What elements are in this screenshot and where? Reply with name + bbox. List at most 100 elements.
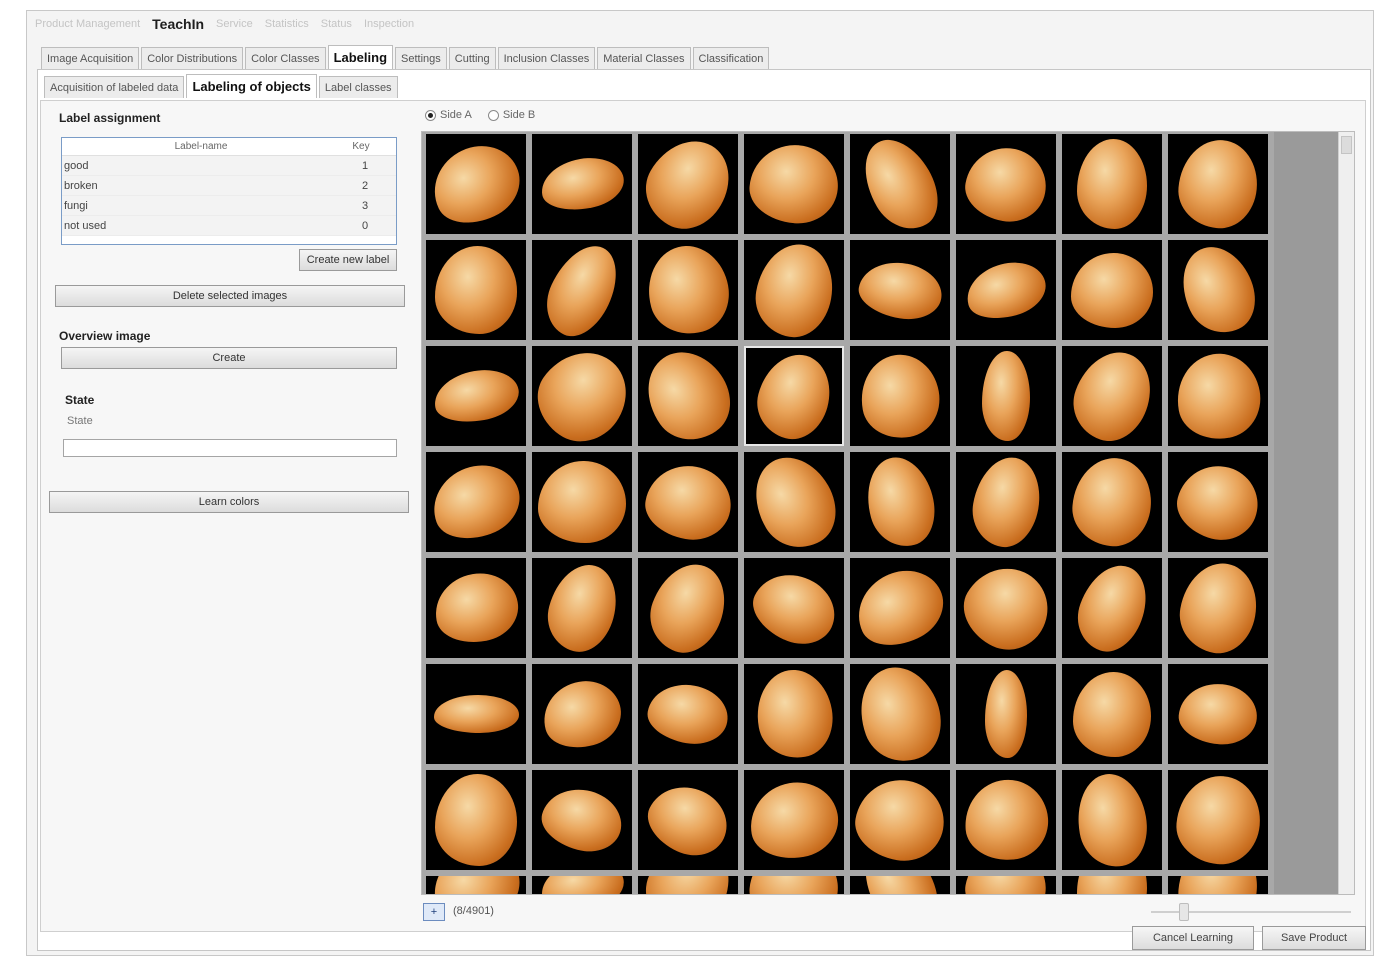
- tab-color-classes[interactable]: Color Classes: [245, 47, 326, 69]
- kernel-thumbnail[interactable]: [532, 346, 632, 446]
- kernel-thumbnail[interactable]: [1062, 134, 1162, 234]
- kernel-thumbnail[interactable]: [850, 558, 950, 658]
- delete-selected-images-button[interactable]: Delete selected images: [55, 285, 405, 307]
- kernel-thumbnail[interactable]: [426, 558, 526, 658]
- kernel-thumbnail[interactable]: [744, 452, 844, 552]
- menu-item-status[interactable]: Status: [321, 18, 352, 30]
- kernel-thumbnail[interactable]: [638, 558, 738, 658]
- tab-image-acquisition[interactable]: Image Acquisition: [41, 47, 140, 69]
- kernel-thumbnail[interactable]: [532, 876, 632, 894]
- kernel-thumbnail[interactable]: [956, 664, 1056, 764]
- kernel-thumbnail[interactable]: [744, 664, 844, 764]
- kernel-thumbnail[interactable]: [426, 240, 526, 340]
- kernel-thumbnail[interactable]: [1168, 770, 1268, 870]
- kernel-thumbnail[interactable]: [638, 240, 738, 340]
- kernel-thumbnail[interactable]: [638, 134, 738, 234]
- kernel-thumbnail[interactable]: [426, 664, 526, 764]
- tab-cutting[interactable]: Cutting: [448, 47, 496, 69]
- learn-colors-button[interactable]: Learn colors: [49, 491, 409, 513]
- kernel-thumbnail[interactable]: [532, 134, 632, 234]
- kernel-thumbnail[interactable]: [426, 876, 526, 894]
- kernel-thumbnail[interactable]: [1168, 240, 1268, 340]
- kernel-thumbnail[interactable]: [956, 770, 1056, 870]
- kernel-thumbnail[interactable]: [956, 876, 1056, 894]
- kernel-thumbnail[interactable]: [638, 346, 738, 446]
- tab-classification[interactable]: Classification: [692, 47, 770, 69]
- create-overview-button[interactable]: Create: [61, 347, 397, 369]
- tab-inclusion-classes[interactable]: Inclusion Classes: [497, 47, 596, 69]
- kernel-thumbnail[interactable]: [956, 452, 1056, 552]
- label-row[interactable]: broken 2: [62, 176, 396, 196]
- menu-item-service[interactable]: Service: [216, 18, 253, 30]
- create-new-label-button[interactable]: Create new label: [299, 249, 397, 271]
- tab-labeling[interactable]: Labeling: [327, 45, 394, 69]
- cancel-learning-button[interactable]: Cancel Learning: [1132, 926, 1254, 950]
- kernel-thumbnail[interactable]: [1168, 558, 1268, 658]
- menu-item-inspection[interactable]: Inspection: [364, 18, 414, 30]
- tab-material-classes[interactable]: Material Classes: [597, 47, 691, 69]
- kernel-thumbnail[interactable]: [638, 770, 738, 870]
- kernel-thumbnail[interactable]: [1062, 770, 1162, 870]
- subtab-acquisition-of-labeled-data[interactable]: Acquisition of labeled data: [44, 76, 185, 98]
- side-b-radio[interactable]: Side B: [487, 109, 535, 121]
- menu-item-statistics[interactable]: Statistics: [265, 18, 309, 30]
- kernel-thumbnail[interactable]: [1168, 346, 1268, 446]
- kernel-thumbnail[interactable]: [850, 134, 950, 234]
- kernel-thumbnail[interactable]: [1168, 664, 1268, 764]
- kernel-thumbnail[interactable]: [850, 452, 950, 552]
- zoom-slider[interactable]: [1151, 903, 1351, 921]
- scrollbar-thumb[interactable]: [1341, 136, 1352, 154]
- kernel-thumbnail[interactable]: [1062, 664, 1162, 764]
- kernel-thumbnail[interactable]: [744, 240, 844, 340]
- menu-item-teachin[interactable]: TeachIn: [152, 16, 204, 32]
- kernel-thumbnail[interactable]: [744, 770, 844, 870]
- kernel-thumbnail[interactable]: [532, 240, 632, 340]
- kernel-thumbnail[interactable]: [1062, 558, 1162, 658]
- label-table[interactable]: Label-name Key good 1 broken 2 fungi 3 not use…: [61, 137, 397, 245]
- kernel-thumbnail[interactable]: [850, 770, 950, 870]
- label-row[interactable]: good 1: [62, 156, 396, 176]
- kernel-thumbnail[interactable]: [532, 664, 632, 764]
- kernel-thumbnail[interactable]: [1168, 876, 1268, 894]
- kernel-thumbnail[interactable]: [850, 346, 950, 446]
- kernel-thumbnail[interactable]: [1168, 452, 1268, 552]
- tab-color-distributions[interactable]: Color Distributions: [141, 47, 244, 69]
- kernel-thumbnail[interactable]: [426, 770, 526, 870]
- kernel-thumbnail[interactable]: [426, 452, 526, 552]
- kernel-thumbnail[interactable]: [744, 876, 844, 894]
- label-row[interactable]: not used 0: [62, 216, 396, 236]
- subtab-labeling-of-objects[interactable]: Labeling of objects: [186, 74, 317, 98]
- kernel-thumbnail[interactable]: [744, 346, 844, 446]
- kernel-thumbnail[interactable]: [744, 134, 844, 234]
- kernel-thumbnail[interactable]: [532, 452, 632, 552]
- save-product-button[interactable]: Save Product: [1262, 926, 1366, 950]
- kernel-thumbnail[interactable]: [638, 452, 738, 552]
- kernel-thumbnail[interactable]: [1168, 134, 1268, 234]
- kernel-thumbnail[interactable]: [744, 558, 844, 658]
- kernel-thumbnail[interactable]: [638, 664, 738, 764]
- kernel-thumbnail[interactable]: [1062, 346, 1162, 446]
- kernel-thumbnail[interactable]: [1062, 876, 1162, 894]
- kernel-thumbnail[interactable]: [956, 134, 1056, 234]
- kernel-thumbnail[interactable]: [850, 664, 950, 764]
- kernel-thumbnail[interactable]: [426, 134, 526, 234]
- kernel-thumbnail[interactable]: [1062, 240, 1162, 340]
- menu-item-product-management[interactable]: Product Management: [35, 18, 140, 30]
- kernel-thumbnail[interactable]: [426, 346, 526, 446]
- expand-button[interactable]: +: [423, 903, 445, 921]
- subtab-label-classes[interactable]: Label classes: [318, 76, 398, 98]
- kernel-thumbnail[interactable]: [638, 876, 738, 894]
- kernel-thumbnail[interactable]: [956, 346, 1056, 446]
- kernel-thumbnail[interactable]: [850, 876, 950, 894]
- vertical-scrollbar[interactable]: [1338, 132, 1354, 894]
- label-row[interactable]: fungi 3: [62, 196, 396, 216]
- kernel-thumbnail[interactable]: [956, 240, 1056, 340]
- kernel-thumbnail[interactable]: [850, 240, 950, 340]
- tab-settings[interactable]: Settings: [395, 47, 447, 69]
- kernel-thumbnail[interactable]: [956, 558, 1056, 658]
- kernel-thumbnail[interactable]: [532, 770, 632, 870]
- thumbnail-grid[interactable]: [421, 131, 1355, 895]
- zoom-slider-handle[interactable]: [1179, 903, 1189, 921]
- kernel-thumbnail[interactable]: [1062, 452, 1162, 552]
- side-a-radio[interactable]: Side A: [425, 109, 472, 121]
